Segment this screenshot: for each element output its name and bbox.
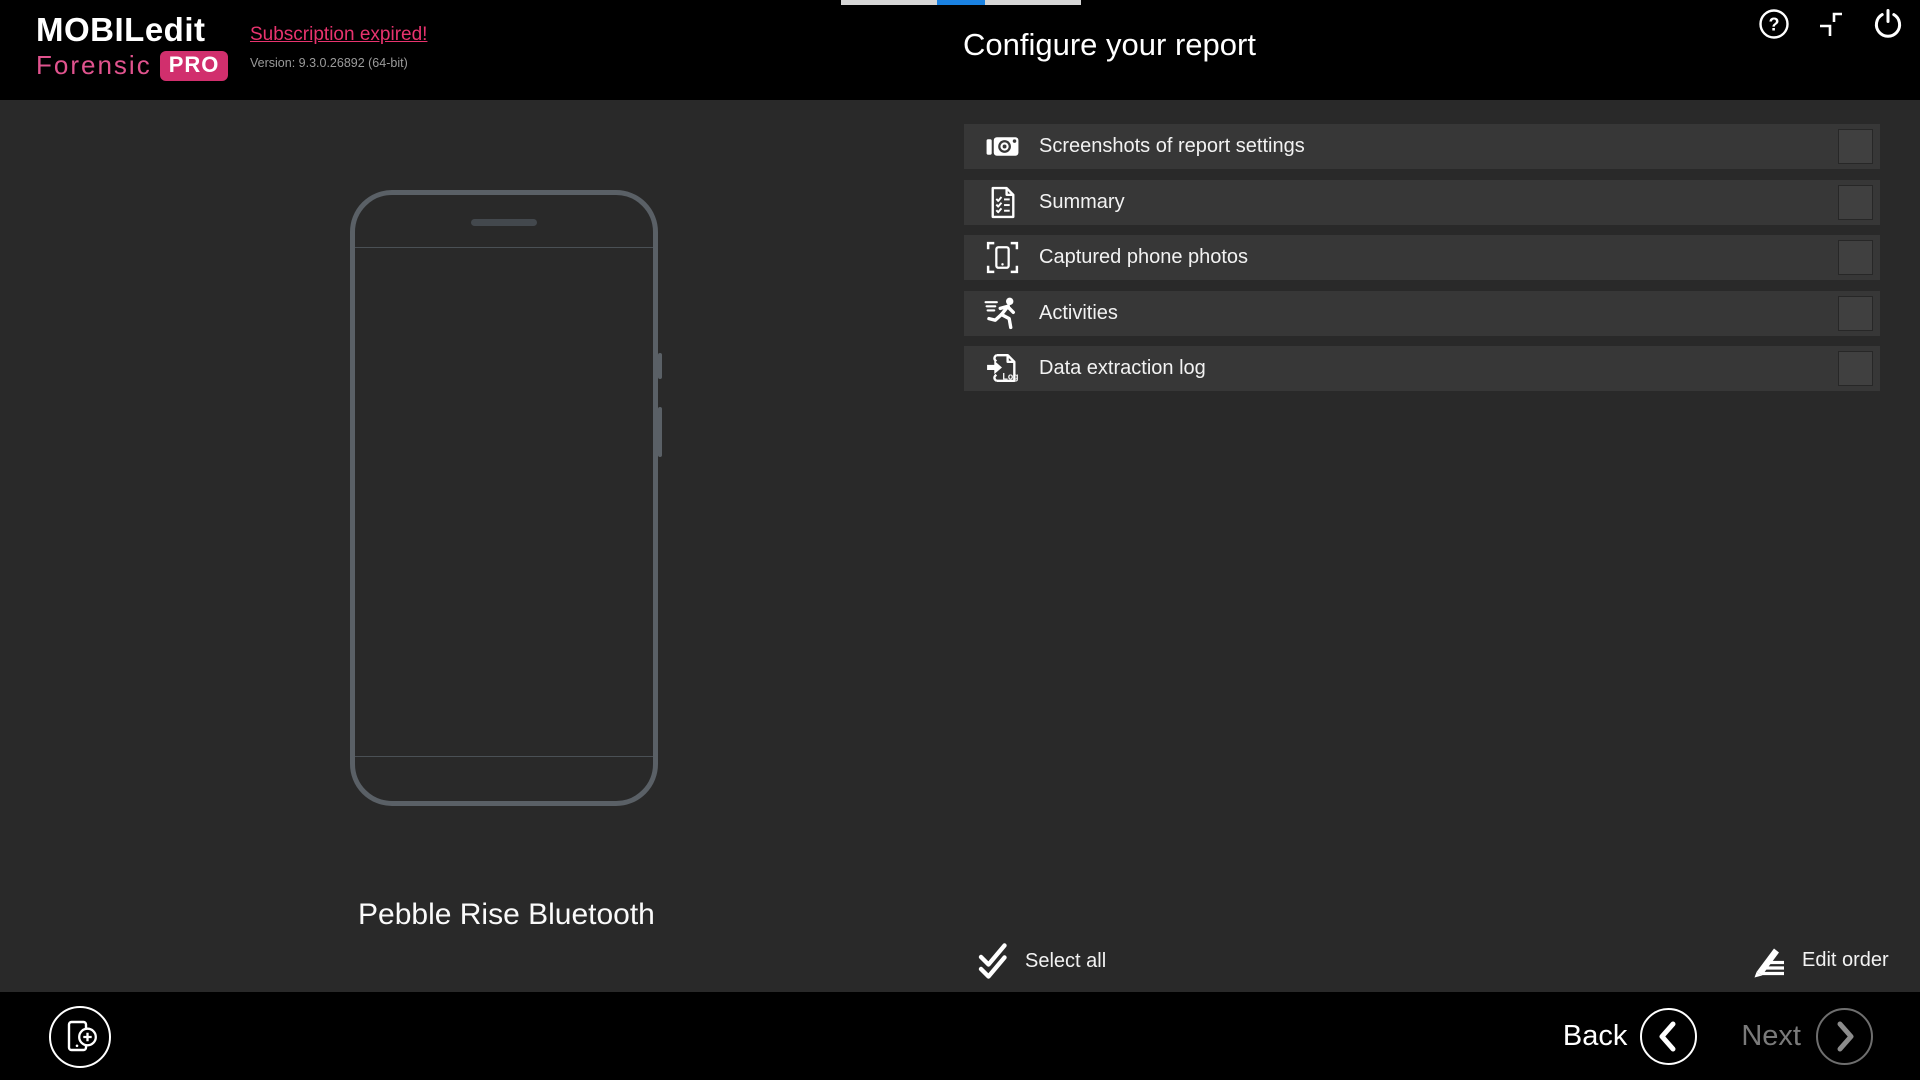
report-row-checkbox[interactable] — [1838, 240, 1873, 275]
select-all-label: Select all — [1025, 950, 1106, 973]
back-button[interactable] — [1640, 1008, 1697, 1065]
app-logo[interactable]: MOBILedit Forensic PRO — [36, 12, 228, 81]
svg-text:Log: Log — [1003, 371, 1019, 381]
connect-phone-button[interactable] — [49, 1006, 111, 1068]
svg-text:?: ? — [1769, 15, 1780, 35]
back-label[interactable]: Back — [1563, 1020, 1627, 1053]
edit-order-button[interactable]: Edit order — [1750, 942, 1889, 978]
page-title: Configure your report — [963, 27, 1256, 63]
add-phone-icon — [61, 1018, 99, 1056]
version-text: Version: 9.3.0.26892 (64-bit) — [250, 56, 408, 70]
logo-pro-badge: PRO — [160, 51, 229, 81]
chevron-left-icon — [1640, 1008, 1697, 1065]
report-row-summary[interactable]: Summary — [964, 180, 1880, 225]
logo-name: MOBILedit — [36, 12, 228, 48]
report-row-label: Screenshots of report settings — [1039, 135, 1305, 158]
report-row-label: Activities — [1039, 302, 1118, 325]
phone-screen-top-line — [355, 247, 653, 248]
report-row-label: Summary — [1039, 191, 1125, 214]
footer-bar: Back Next — [0, 992, 1920, 1080]
phone-illustration — [350, 190, 658, 806]
dock-window-icon — [1816, 9, 1846, 39]
next-button[interactable] — [1816, 1008, 1873, 1065]
help-button[interactable]: ? — [1754, 4, 1794, 44]
progress-segment — [1033, 0, 1081, 5]
subscription-expired-link[interactable]: Subscription expired! — [250, 24, 427, 46]
header-bar: MOBILedit Forensic PRO Subscription expi… — [0, 0, 1920, 100]
report-row-checkbox[interactable] — [1838, 351, 1873, 386]
select-all-button[interactable]: Select all — [974, 940, 1106, 982]
progress-segment — [889, 0, 937, 5]
progress-segment — [841, 0, 889, 5]
chevron-right-icon — [1816, 1008, 1873, 1065]
phone-side-button — [658, 353, 662, 379]
app-window: MOBILedit Forensic PRO Subscription expi… — [0, 0, 1920, 1080]
phone-speaker — [471, 219, 537, 226]
double-check-icon — [974, 940, 1012, 982]
progress-segment — [985, 0, 1033, 5]
wizard-nav: Back Next — [1563, 992, 1873, 1080]
wizard-progress-bar — [841, 0, 1081, 5]
phone-side-button — [658, 407, 662, 457]
report-row-checkbox[interactable] — [1838, 129, 1873, 164]
report-row-screenshots[interactable]: Screenshots of report settings — [964, 124, 1880, 169]
report-row-label: Captured phone photos — [1039, 246, 1248, 269]
help-icon: ? — [1757, 7, 1791, 41]
power-button[interactable] — [1868, 4, 1908, 44]
report-row-extraction-log[interactable]: Log Data extraction log — [964, 346, 1880, 391]
titlebar-buttons: ? — [1754, 4, 1908, 44]
logo-product: Forensic — [36, 50, 152, 81]
report-row-label: Data extraction log — [1039, 357, 1206, 380]
pencil-edit-icon — [1750, 942, 1790, 978]
camera-icon — [984, 128, 1021, 165]
report-row-checkbox[interactable] — [1838, 185, 1873, 220]
progress-segment-active — [937, 0, 985, 5]
power-icon — [1871, 7, 1905, 41]
dock-window-button[interactable] — [1811, 4, 1851, 44]
report-row-activities[interactable]: Activities — [964, 291, 1880, 336]
edit-order-label: Edit order — [1802, 949, 1889, 972]
report-row-captured-photos[interactable]: Captured phone photos — [964, 235, 1880, 280]
phone-screen-bottom-line — [355, 756, 653, 757]
extraction-log-icon: Log — [984, 350, 1021, 387]
captured-phone-icon — [984, 239, 1021, 276]
report-row-checkbox[interactable] — [1838, 296, 1873, 331]
next-label: Next — [1741, 1020, 1801, 1053]
running-person-icon — [984, 295, 1021, 332]
report-item-list: Screenshots of report settings Summary — [964, 124, 1880, 402]
device-name: Pebble Rise Bluetooth — [358, 898, 655, 932]
summary-document-icon — [984, 184, 1021, 221]
